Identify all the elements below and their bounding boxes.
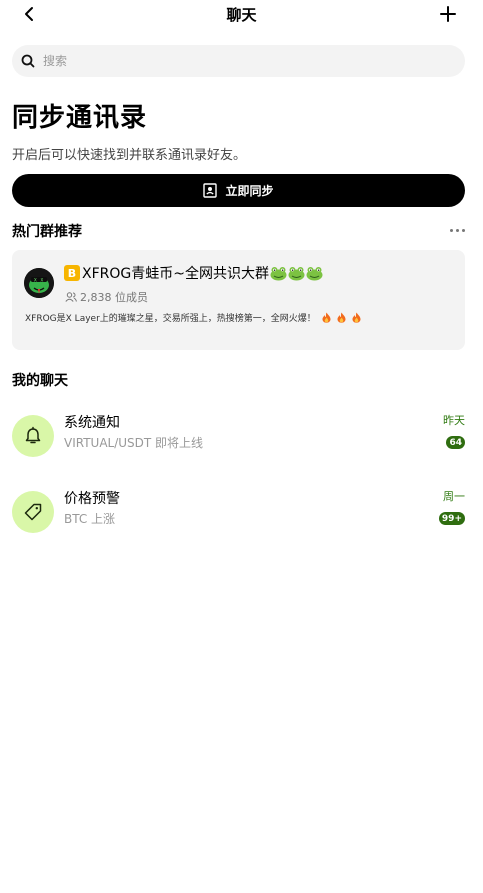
chat-avatar <box>12 415 54 457</box>
members-icon <box>65 292 77 302</box>
chat-item-price-alert[interactable]: 价格预警 BTC 上涨 周一 99+ <box>0 486 483 546</box>
more-dots-icon[interactable] <box>450 222 465 238</box>
chat-item-system-notification[interactable]: 系统通知 VIRTUAL/USDT 即将上线 昨天 64 <box>0 410 483 470</box>
chat-title: 系统通知 <box>64 415 120 431</box>
hot-groups-title: 热门群推荐 <box>12 224 82 240</box>
fire-emoji-icon <box>352 312 361 323</box>
chat-time: 昨天 <box>443 414 465 427</box>
contact-book-icon <box>203 183 218 198</box>
svg-text:X: X <box>34 278 37 284</box>
group-name-text: XFROG青蛙币~全网共识大群 <box>82 266 269 282</box>
chat-last-message: BTC 上涨 <box>64 512 116 526</box>
fire-emoji-icon <box>322 312 331 323</box>
group-description-text: XFROG是X Layer上的璀璨之星，交易所强上，热搜榜第一，全网火爆！ <box>25 314 316 324</box>
group-member-count: 2,838 位成员 <box>65 289 148 305</box>
group-badge: B <box>64 265 80 281</box>
my-chats-title: 我的聊天 <box>12 373 68 389</box>
group-description: XFROG是X Layer上的璀璨之星，交易所强上，热搜榜第一，全网火爆！ <box>25 311 361 324</box>
search-icon <box>21 54 35 68</box>
bell-icon <box>25 426 41 444</box>
unread-badge: 64 <box>446 436 465 449</box>
page-title: 聊天 <box>226 6 257 24</box>
group-avatar: X X <box>24 268 54 298</box>
header-bar: 聊天 <box>0 0 483 30</box>
sync-contacts-description: 开启后可以快速找到并联系通讯录好友。 <box>12 148 247 163</box>
svg-text:X: X <box>41 278 44 284</box>
add-button[interactable] <box>437 2 459 26</box>
sync-now-label: 立即同步 <box>225 184 274 198</box>
frog-emoji-icon <box>306 266 323 280</box>
price-tag-icon <box>24 503 42 521</box>
group-recommendation-card[interactable]: X X B XFROG青蛙币~全网共识大群 2,838 位成员 XFROG是X … <box>12 250 465 350</box>
frog-emoji-icon <box>270 266 287 280</box>
chat-last-message: VIRTUAL/USDT 即将上线 <box>64 436 204 450</box>
frog-emoji-icon <box>288 266 305 280</box>
sync-now-button[interactable]: 立即同步 <box>12 174 465 207</box>
chat-time: 周一 <box>443 490 465 503</box>
unread-badge: 99+ <box>438 512 465 525</box>
plus-icon <box>440 6 456 22</box>
chat-avatar <box>12 491 54 533</box>
fire-emoji-icon <box>337 312 346 323</box>
sync-contacts-title: 同步通讯录 <box>12 103 148 133</box>
search-bar[interactable] <box>12 45 465 77</box>
group-name: B XFROG青蛙币~全网共识大群 <box>64 263 323 283</box>
group-member-count-text: 2,838 位成员 <box>80 291 148 304</box>
chat-title: 价格预警 <box>64 491 120 507</box>
search-input[interactable] <box>41 53 441 69</box>
